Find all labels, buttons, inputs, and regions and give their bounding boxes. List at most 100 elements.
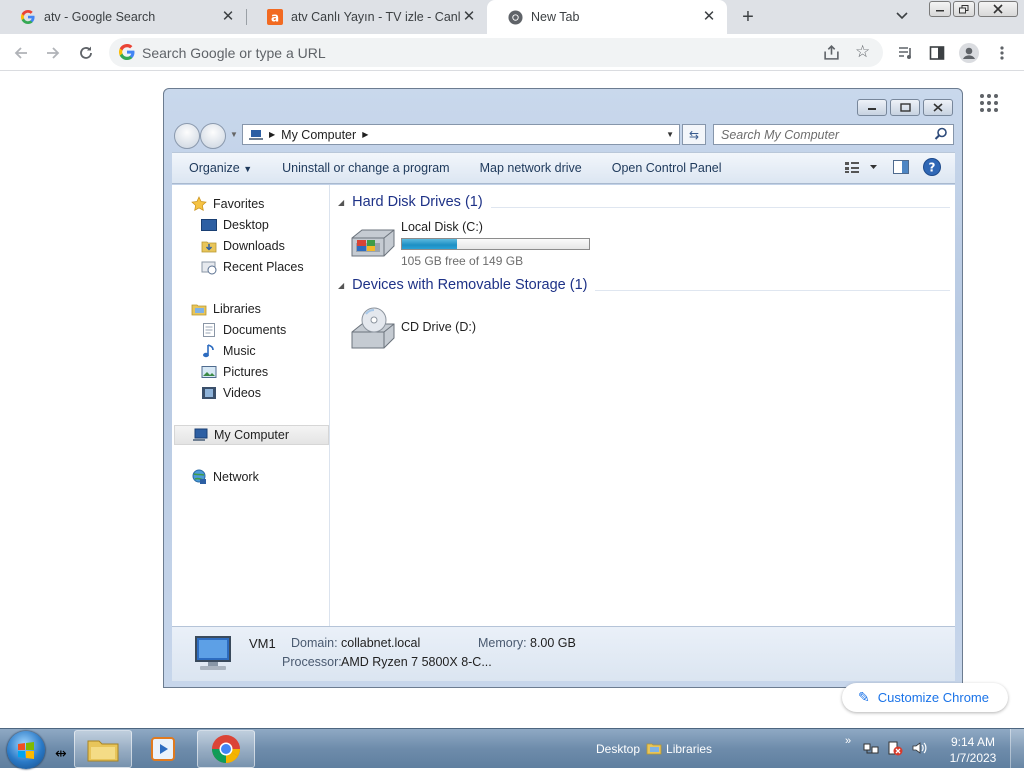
resize-cursor-icon: ⇹ [55,745,67,761]
nav-pictures[interactable]: Pictures [201,362,268,382]
drive-c-usage-fill [402,239,458,249]
close-tab-icon[interactable]: ✕ [220,9,236,25]
explorer-minimize-button[interactable] [857,99,887,116]
google-apps-icon[interactable] [980,94,1000,114]
nav-downloads[interactable]: Downloads [201,236,285,256]
nav-desktop[interactable]: Desktop [201,215,269,235]
close-tab-icon[interactable]: ✕ [701,9,717,25]
share-icon[interactable] [823,44,841,62]
videos-icon [201,385,217,401]
tab-new-tab[interactable]: New Tab ✕ [487,0,727,34]
refresh-button[interactable]: ⇆ [682,124,706,145]
libraries-icon [646,741,662,758]
help-icon[interactable]: ? [923,157,941,179]
change-view-icon[interactable] [845,160,879,177]
explorer-maximize-button[interactable] [890,99,920,116]
group-header-hard-disk-drives[interactable]: ◢ Hard Disk Drives (1) [338,191,950,213]
tab-title: New Tab [531,10,580,24]
taskbar-chrome[interactable] [197,730,255,768]
drive-c-free-space: 105 GB free of 149 GB [401,254,524,268]
explorer-back-button[interactable] [174,123,200,149]
computer-name: VM1 [249,636,276,651]
forward-button[interactable] [40,40,66,66]
star-icon [191,196,207,212]
details-pane: VM1 Domain: collabnet.local Memory: 8.00… [172,626,955,681]
taskbar-explorer[interactable] [74,730,132,768]
domain-label: Domain: [291,636,338,650]
back-button[interactable] [8,40,34,66]
bookmark-star-icon[interactable]: ☆ [855,42,870,62]
preview-pane-icon[interactable] [893,159,909,177]
explorer-search-input[interactable]: Search My Computer [713,124,954,145]
computer-icon [249,129,263,141]
show-hidden-icons-icon[interactable]: » [845,735,851,747]
nav-favorites[interactable]: Favorites [191,194,264,214]
minimize-window-button[interactable] [929,1,951,17]
chevron-right-icon[interactable]: ▶ [269,130,275,139]
pencil-icon: ✎ [858,689,870,705]
chevron-right-icon[interactable]: ▶ [362,130,368,139]
taskbar-media-player[interactable] [134,730,192,768]
map-network-drive-button[interactable]: Map network drive [465,161,597,175]
omnibox-placeholder: Search Google or type a URL [142,45,326,61]
media-player-icon [151,737,175,761]
libraries-toolbar[interactable]: Libraries [666,742,712,756]
media-queue-icon[interactable] [893,40,919,66]
hard-drive-icon [348,226,396,263]
restore-window-button[interactable] [953,1,975,17]
explorer-address-bar[interactable]: ▶ My Computer ▶ ▼ [242,124,680,145]
close-window-button[interactable] [978,1,1018,17]
nav-music[interactable]: Music [201,341,256,361]
explorer-forward-button[interactable] [200,123,226,149]
chevron-down-icon: ▼ [243,164,253,174]
open-control-panel-button[interactable]: Open Control Panel [597,161,737,175]
tab-atv-live[interactable]: a atv Canlı Yayın - TV izle - Canlı TV ✕ [247,0,487,34]
nav-network[interactable]: Network [191,467,259,487]
customize-chrome-button[interactable]: ✎ Customize Chrome [842,683,1008,712]
drive-cd-d[interactable]: CD Drive (D:) [348,306,548,352]
music-note-icon [201,343,217,359]
system-clock[interactable]: 9:14 AM 1/7/2023 [940,734,1006,766]
documents-icon [201,322,217,338]
new-tab-button[interactable]: + [736,5,760,29]
start-button[interactable] [7,731,45,769]
windows-logo-icon [18,742,34,759]
address-bar[interactable]: Search Google or type a URL ☆ [109,38,883,67]
group-divider [595,289,950,291]
recent-places-icon [201,259,217,275]
nav-my-computer[interactable]: My Computer [174,425,329,445]
show-desktop-button[interactable] [1010,729,1024,769]
group-header-removable-storage[interactable]: ◢ Devices with Removable Storage (1) [338,274,950,296]
search-icon [934,127,948,141]
organize-menu[interactable]: Organize ▼ [172,161,267,175]
volume-icon[interactable] [911,740,927,759]
address-dropdown-icon[interactable]: ▼ [666,130,674,139]
breadcrumb[interactable]: My Computer [281,128,356,142]
drives-view: ◢ Hard Disk Drives (1) Local Disk (C:) 1… [330,184,954,584]
search-placeholder: Search My Computer [721,128,840,142]
chrome-icon [507,9,523,25]
action-center-icon[interactable] [887,740,903,759]
uninstall-program-button[interactable]: Uninstall or change a program [267,161,464,175]
tab-google-search[interactable]: atv - Google Search ✕ [0,0,246,34]
desktop-toolbar[interactable]: Desktop [596,742,640,756]
profile-avatar-icon[interactable] [956,40,982,66]
nav-documents[interactable]: Documents [201,320,286,340]
explorer-close-button[interactable] [923,99,953,116]
reload-button[interactable] [73,40,99,66]
recent-pages-dropdown-icon[interactable]: ▼ [230,130,238,139]
network-status-icon[interactable] [863,740,879,759]
folder-icon [87,740,119,762]
nav-videos[interactable]: Videos [201,383,261,403]
nav-recent-places[interactable]: Recent Places [201,257,304,277]
cd-drive-icon [348,306,396,353]
downloads-folder-icon [201,238,217,254]
side-panel-icon[interactable] [924,40,950,66]
nav-libraries[interactable]: Libraries [191,299,261,319]
drive-local-disk-c[interactable]: Local Disk (C:) 105 GB free of 149 GB [348,220,608,270]
close-tab-icon[interactable]: ✕ [461,9,477,25]
memory-value: 8.00 GB [530,636,576,650]
pictures-icon [201,364,217,380]
tab-search-icon[interactable] [895,8,913,26]
chrome-menu-icon[interactable] [989,40,1015,66]
